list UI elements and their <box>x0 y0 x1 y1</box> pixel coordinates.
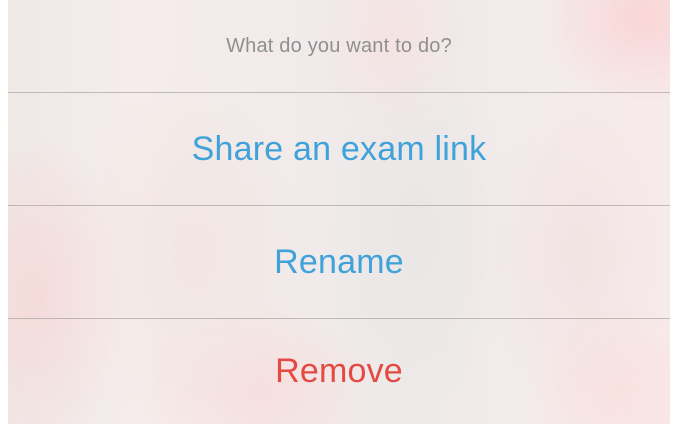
action-sheet-header: What do you want to do? <box>8 0 670 92</box>
share-exam-link-button[interactable]: Share an exam link <box>8 93 670 205</box>
remove-label: Remove <box>275 352 403 390</box>
divider <box>8 318 670 319</box>
share-exam-link-label: Share an exam link <box>191 129 487 168</box>
action-sheet: What do you want to do? Share an exam li… <box>8 0 670 424</box>
screen: What do you want to do? Share an exam li… <box>0 0 677 424</box>
divider <box>8 205 670 206</box>
remove-button[interactable]: Remove <box>8 319 670 424</box>
action-sheet-title: What do you want to do? <box>226 34 452 57</box>
rename-button[interactable]: Rename <box>8 206 670 318</box>
divider <box>8 92 670 93</box>
rename-label: Rename <box>274 242 404 281</box>
